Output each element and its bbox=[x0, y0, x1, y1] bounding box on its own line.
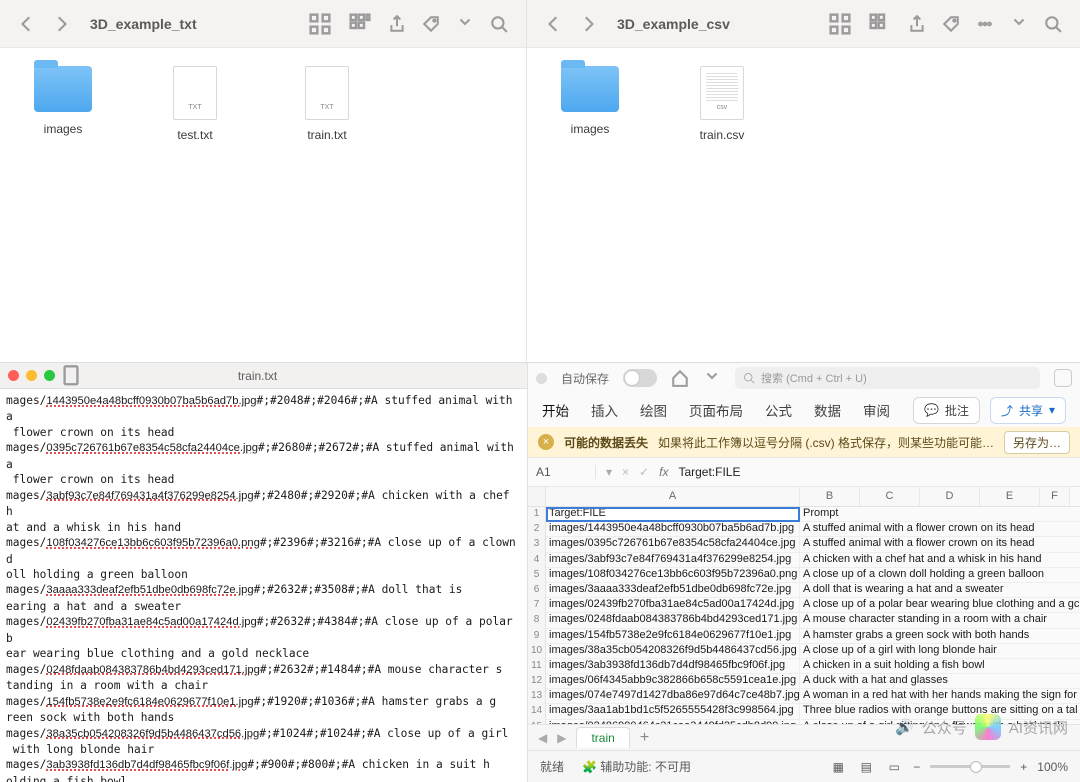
group-icon[interactable] bbox=[868, 16, 892, 31]
txt-icon: TXT bbox=[173, 66, 217, 120]
zoom-out[interactable]: − bbox=[913, 760, 920, 774]
warning-text: 如果将此工作簿以逗号分隔 (.csv) 格式保存，则某些功能可能… bbox=[658, 434, 994, 451]
cell-reference[interactable]: A1 bbox=[536, 465, 596, 479]
view-break-icon[interactable]: ▭ bbox=[885, 758, 903, 776]
warning-bar: × 可能的数据丢失 如果将此工作簿以逗号分隔 (.csv) 格式保存，则某些功能… bbox=[528, 427, 1080, 457]
share-icon[interactable] bbox=[908, 15, 926, 33]
finder-window-left: 3D_example_txt images TXT test.txt TXT t… bbox=[0, 0, 527, 362]
more-icon[interactable] bbox=[456, 15, 474, 33]
column-header[interactable]: D bbox=[920, 487, 980, 506]
finder-toolbar: 3D_example_csv bbox=[527, 0, 1080, 48]
zoom-slider[interactable] bbox=[930, 765, 1010, 768]
ribbon-tab[interactable]: 审阅 bbox=[863, 400, 890, 420]
ellipsis-icon[interactable] bbox=[976, 15, 994, 33]
close-warning-button[interactable]: × bbox=[538, 434, 554, 450]
file-label: train.csv bbox=[681, 128, 763, 142]
file-label: images bbox=[549, 122, 631, 136]
column-headers: A B C D E F bbox=[528, 487, 1080, 507]
file-item[interactable]: TXT test.txt bbox=[154, 66, 236, 142]
ribbon-tab[interactable]: 插入 bbox=[591, 400, 618, 420]
autosave-label: 自动保存 bbox=[561, 370, 609, 387]
back-icon[interactable] bbox=[545, 15, 563, 33]
confirm-icon[interactable]: ✓ bbox=[639, 465, 649, 479]
sheet-tab[interactable]: train bbox=[576, 727, 629, 748]
group-icon[interactable] bbox=[348, 16, 372, 31]
autosave-toggle[interactable] bbox=[623, 369, 657, 387]
titlebar: train.txt bbox=[0, 363, 527, 389]
folder-item[interactable]: images bbox=[22, 66, 104, 142]
zoom-in[interactable]: + bbox=[1020, 760, 1027, 774]
cancel-icon[interactable]: × bbox=[622, 465, 629, 479]
finder-body[interactable]: images csv train.csv bbox=[527, 48, 1080, 160]
window-title: 3D_example_txt bbox=[90, 16, 197, 32]
view-page-icon[interactable]: ▤ bbox=[857, 758, 875, 776]
warning-title: 可能的数据丢失 bbox=[564, 434, 648, 451]
prev-sheet-icon[interactable]: ◀ bbox=[538, 731, 547, 745]
text-editor-window: train.txt mages/1443950e4a48bcff0930b07b… bbox=[0, 362, 527, 782]
csv-icon: csv bbox=[700, 66, 744, 120]
column-header[interactable]: C bbox=[860, 487, 920, 506]
watermark-logo bbox=[975, 714, 1001, 740]
folder-icon bbox=[561, 66, 619, 112]
window-title: 3D_example_csv bbox=[617, 16, 730, 32]
mic-icon[interactable] bbox=[1054, 369, 1072, 387]
zoom-level[interactable]: 100% bbox=[1037, 760, 1068, 774]
column-header[interactable]: B bbox=[800, 487, 860, 506]
folder-item[interactable]: images bbox=[549, 66, 631, 142]
file-item[interactable]: TXT train.txt bbox=[286, 66, 368, 142]
back-icon[interactable] bbox=[18, 15, 36, 33]
forward-icon[interactable] bbox=[579, 15, 597, 33]
file-item[interactable]: csv train.csv bbox=[681, 66, 763, 142]
minimize-button[interactable] bbox=[26, 370, 37, 381]
status-bar: 就绪 🧩 辅助功能: 不可用 ▦ ▤ ▭ − + 100% bbox=[528, 750, 1080, 782]
status-accessibility: 🧩 辅助功能: 不可用 bbox=[582, 758, 691, 775]
text-content[interactable]: mages/1443950e4a48bcff0930b07ba5b6ad7b.j… bbox=[0, 389, 527, 782]
file-label: train.txt bbox=[286, 128, 368, 142]
finder-body[interactable]: images TXT test.txt TXT train.txt bbox=[0, 48, 526, 160]
home-icon[interactable] bbox=[671, 369, 689, 387]
share-icon[interactable] bbox=[388, 15, 406, 33]
fx-icon[interactable]: fx bbox=[659, 465, 668, 479]
finder-toolbar: 3D_example_txt bbox=[0, 0, 526, 48]
more-icon[interactable] bbox=[1010, 15, 1028, 33]
tag-icon[interactable] bbox=[422, 15, 440, 33]
document-title: train.txt bbox=[53, 369, 462, 383]
tag-icon[interactable] bbox=[942, 15, 960, 33]
file-label: images bbox=[22, 122, 104, 136]
column-header[interactable]: E bbox=[980, 487, 1040, 506]
ribbon-tab[interactable]: 绘图 bbox=[640, 400, 667, 420]
close-button[interactable] bbox=[8, 370, 19, 381]
ribbon-tab[interactable]: 页面布局 bbox=[689, 400, 743, 420]
add-sheet-button[interactable]: + bbox=[640, 729, 649, 747]
more-icon[interactable] bbox=[703, 369, 721, 387]
formula-value[interactable]: Target:FILE bbox=[678, 465, 740, 479]
ribbon-tab[interactable]: 数据 bbox=[814, 400, 841, 420]
status-ready: 就绪 bbox=[540, 758, 564, 775]
quick-access: 自动保存 搜索 (Cmd + Ctrl + U) bbox=[528, 363, 1080, 393]
grid-body[interactable]: 1Target:FILEPrompt2images/1443950e4a48bc… bbox=[528, 507, 1080, 735]
forward-icon[interactable] bbox=[52, 15, 70, 33]
next-sheet-icon[interactable]: ▶ bbox=[557, 731, 566, 745]
comments-button[interactable]: 💬 批注 bbox=[913, 397, 980, 424]
file-label: test.txt bbox=[154, 128, 236, 142]
ribbon-tab[interactable]: 开始 bbox=[542, 400, 569, 420]
search-icon[interactable] bbox=[1044, 15, 1062, 33]
finder-window-right: 3D_example_csv images csv train.csv bbox=[527, 0, 1080, 362]
ribbon-tabs: 开始 插入 绘图 页面布局 公式 数据 审阅 💬 批注 ⤴ 共享 ▾ bbox=[528, 393, 1080, 427]
view-grid-icon[interactable] bbox=[828, 16, 852, 31]
ribbon-tab[interactable]: 公式 bbox=[765, 400, 792, 420]
search-input[interactable]: 搜索 (Cmd + Ctrl + U) bbox=[735, 367, 1040, 389]
txt-icon: TXT bbox=[305, 66, 349, 120]
search-icon[interactable] bbox=[490, 15, 508, 33]
watermark: 🔊公众号 AI资讯网 bbox=[895, 714, 1068, 740]
formula-bar: A1 ▾ × ✓ fx Target:FILE bbox=[528, 457, 1080, 487]
view-grid-icon[interactable] bbox=[308, 16, 332, 31]
share-button[interactable]: ⤴ 共享 ▾ bbox=[990, 397, 1066, 424]
view-normal-icon[interactable]: ▦ bbox=[829, 758, 847, 776]
traffic-placeholder bbox=[536, 373, 547, 384]
column-header[interactable]: A bbox=[546, 487, 800, 506]
save-as-button[interactable]: 另存为… bbox=[1004, 431, 1070, 454]
column-header[interactable]: F bbox=[1040, 487, 1070, 506]
folder-icon bbox=[34, 66, 92, 112]
